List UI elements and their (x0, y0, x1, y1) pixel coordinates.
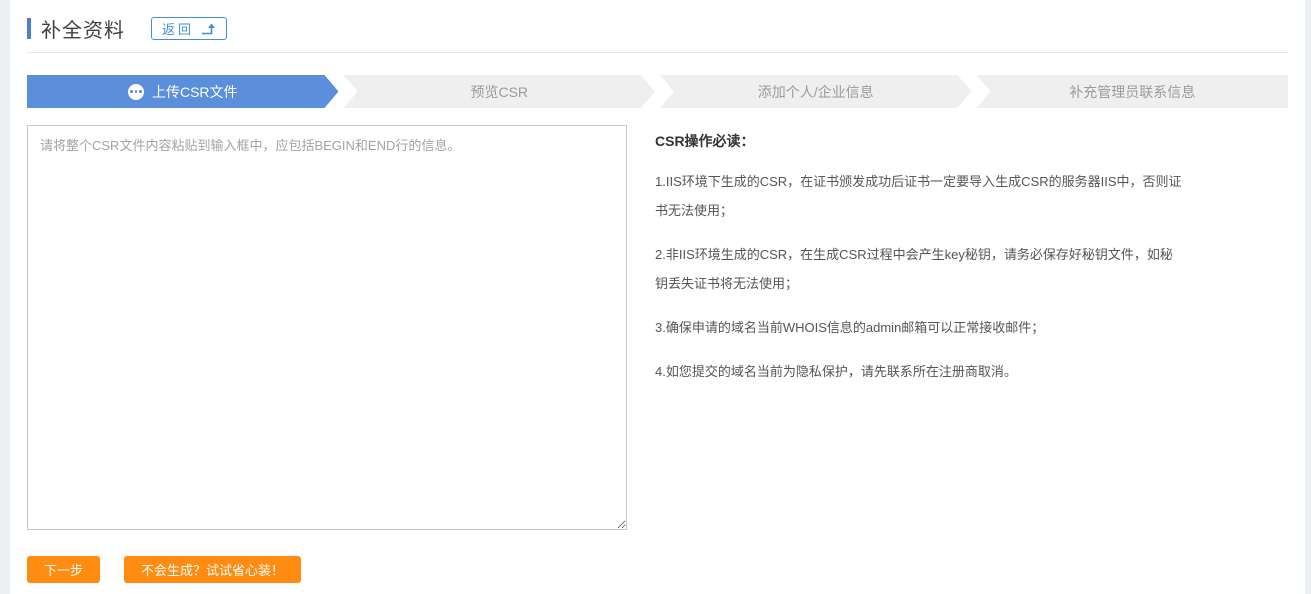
main-area: CSR操作必读： 1.IIS环境下生成的CSR，在证书颁发成功后证书一定要导入生… (27, 125, 1288, 530)
step-label: 补充管理员联系信息 (1069, 82, 1195, 102)
step-wizard: 上传CSR文件 预览CSR 添加个人/企业信息 补充管理员联系信息 (27, 75, 1288, 108)
notice-item-3: 3.确保申请的域名当前WHOIS信息的admin邮箱可以正常接收邮件； (655, 313, 1288, 342)
notice-item-2: 2.非IIS环境生成的CSR，在生成CSR过程中会产生key秘钥，请务必保存好秘… (655, 240, 1288, 298)
title-accent-bar (27, 18, 31, 39)
back-button[interactable]: 返回 (151, 17, 227, 40)
csr-content-input[interactable] (27, 125, 627, 530)
step-label: 上传CSR文件 (152, 82, 238, 102)
step-label: 预览CSR (470, 82, 528, 102)
next-step-button[interactable]: 下一步 (27, 556, 100, 583)
action-bar: 下一步 不会生成？试试省心装！ (27, 556, 1288, 583)
notice-title: CSR操作必读： (655, 131, 1288, 151)
page-title: 补全资料 (41, 14, 125, 43)
content-panel: 补全资料 返回 上传CSR文件 预览CSR 添加个人/企业信息 补充管理员联系信… (10, 0, 1305, 594)
notice-item-1: 1.IIS环境下生成的CSR，在证书颁发成功后证书一定要导入生成CSR的服务器I… (655, 167, 1288, 225)
notice-item-4: 4.如您提交的域名当前为隐私保护，请先联系所在注册商取消。 (655, 357, 1288, 386)
step-label: 添加个人/企业信息 (758, 82, 874, 102)
step-admin-contact: 补充管理员联系信息 (977, 75, 1289, 108)
return-arrow-icon (201, 23, 216, 35)
easy-install-button[interactable]: 不会生成？试试省心装！ (124, 556, 301, 583)
step-upload-csr: 上传CSR文件 (27, 75, 339, 108)
back-button-label: 返回 (162, 19, 194, 38)
ellipsis-icon (128, 84, 144, 100)
csr-notice: CSR操作必读： 1.IIS环境下生成的CSR，在证书颁发成功后证书一定要导入生… (655, 125, 1288, 530)
step-add-info: 添加个人/企业信息 (660, 75, 972, 108)
page-header: 补全资料 返回 (27, 0, 1288, 53)
title-wrap: 补全资料 (27, 14, 125, 43)
step-preview-csr: 预览CSR (344, 75, 656, 108)
